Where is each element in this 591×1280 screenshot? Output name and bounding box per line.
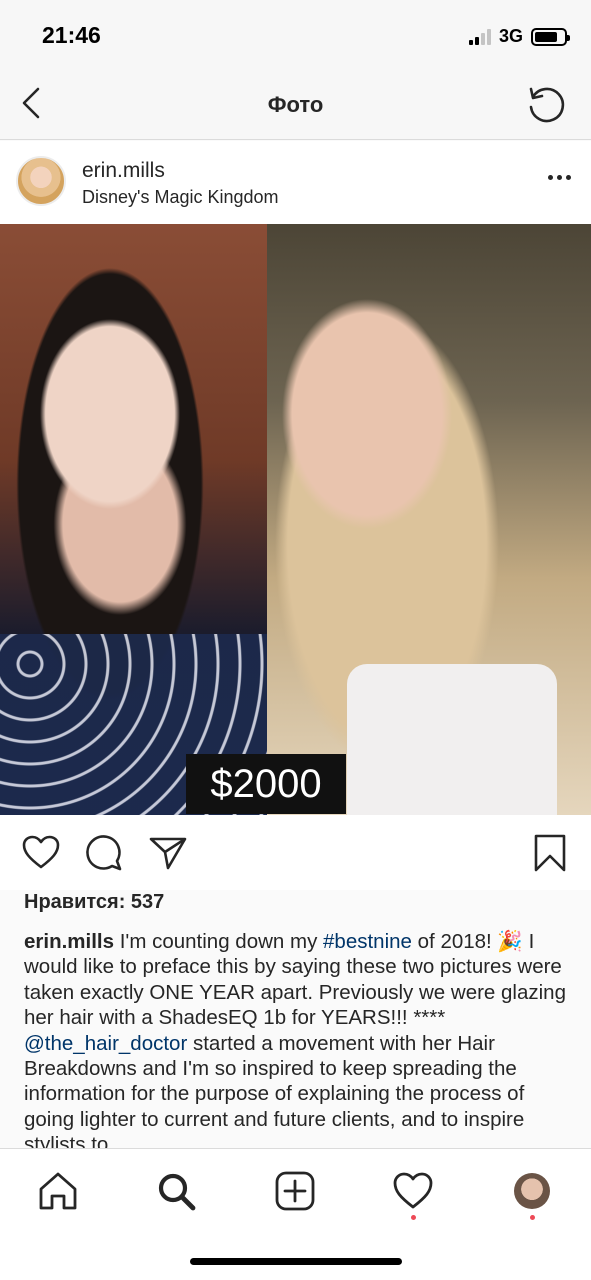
share-icon[interactable]: [148, 833, 188, 873]
status-bar: 21:46 3G: [0, 0, 591, 70]
post-location[interactable]: Disney's Magic Kingdom: [82, 187, 279, 208]
status-indicators: 3G: [468, 26, 570, 47]
comment-icon[interactable]: [84, 833, 124, 873]
before-photo: [0, 224, 267, 815]
battery-level: [535, 31, 558, 42]
post-username[interactable]: erin.mills: [82, 159, 165, 183]
status-time: 21:46: [42, 22, 101, 48]
avatar[interactable]: [16, 156, 66, 206]
caption-text: I'm counting down my: [114, 930, 324, 953]
signal-icon: [468, 28, 491, 45]
profile-notification-dot: [530, 1215, 535, 1220]
more-options-icon[interactable]: [548, 175, 571, 180]
refresh-icon[interactable]: [525, 83, 567, 125]
activity-icon[interactable]: [391, 1169, 435, 1213]
caption-username[interactable]: erin.mills: [24, 930, 114, 953]
post-caption: erin.mills I'm counting down my #bestnin…: [24, 929, 572, 1149]
post-header: erin.mills Disney's Magic Kingdom: [0, 141, 591, 224]
home-icon[interactable]: [36, 1169, 80, 1213]
activity-notification-dot: [411, 1215, 416, 1220]
caption-hashtag[interactable]: #bestnine: [323, 930, 412, 953]
likes-count[interactable]: Нравится: 537: [24, 891, 164, 914]
heart-icon[interactable]: [21, 833, 61, 873]
action-bar: [0, 815, 591, 890]
profile-avatar[interactable]: [514, 1173, 550, 1209]
page-title: Фото: [267, 92, 324, 117]
battery-icon: [531, 27, 570, 46]
after-photo: [267, 224, 591, 815]
post-photo[interactable]: $2000: [0, 224, 591, 815]
bookmark-icon[interactable]: [530, 833, 570, 873]
search-icon[interactable]: [154, 1169, 198, 1213]
network-type: 3G: [498, 26, 523, 46]
nav-bar: Фото: [0, 70, 591, 140]
white-top: [347, 664, 557, 815]
home-indicator[interactable]: [190, 1258, 402, 1265]
caption-mention[interactable]: @the_hair_doctor: [24, 1032, 187, 1055]
price-overlay: $2000: [186, 754, 346, 814]
add-icon[interactable]: [273, 1169, 317, 1213]
